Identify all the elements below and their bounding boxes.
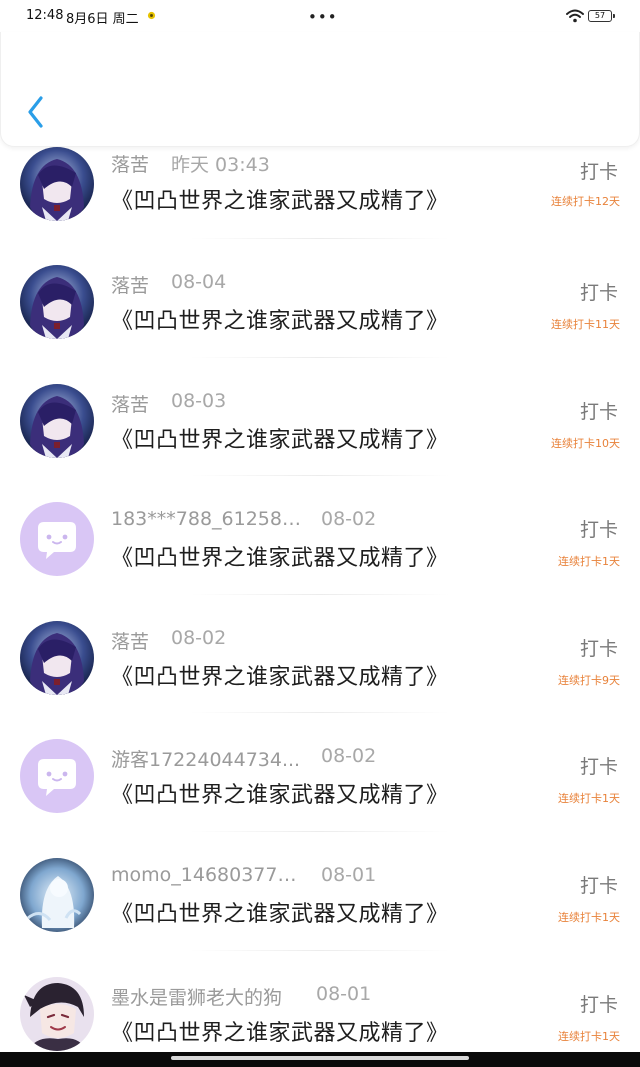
user-name: 游客17224044734...: [111, 749, 301, 772]
status-dots: •••: [308, 8, 338, 26]
book-title: 《凹凸世界之谁家武器又成精了》: [111, 309, 449, 334]
list-item[interactable]: 落苦 08-04 《凹凸世界之谁家武器又成精了》 打卡连续打卡11天: [0, 239, 640, 358]
checkin-label: 打卡: [579, 993, 618, 1016]
navigation-bar: [0, 1052, 640, 1067]
checkin-date: 昨天 03:43: [171, 154, 270, 176]
book-title: 《凹凸世界之谁家武器又成精了》: [111, 1020, 449, 1046]
list-item[interactable]: 落苦 昨天 03:43 《凹凸世界之谁家武器又成精了》 打卡连续打卡12天: [0, 147, 640, 239]
user-name: 墨水是雷狮老大的狗: [111, 986, 283, 1009]
list-item[interactable]: 墨水是雷狮老大的狗 08-01 《凹凸世界之谁家武器又成精了》 打卡连续打卡1天: [0, 951, 640, 1052]
streak-label: 连续打卡11天: [551, 318, 620, 331]
streak-label: 连续打卡12天: [551, 195, 620, 208]
book-title: 《凹凸世界之谁家武器又成精了》: [111, 664, 449, 690]
book-title: 《凹凸世界之谁家武器又成精了》: [111, 189, 449, 214]
checkin-label: 打卡: [579, 637, 618, 660]
header: [0, 32, 640, 147]
list-item[interactable]: 落苦 08-02 《凹凸世界之谁家武器又成精了》 打卡连续打卡9天: [0, 595, 640, 714]
user-name: momo_146803772...: [111, 863, 307, 886]
avatar[interactable]: [20, 502, 94, 577]
list-item[interactable]: momo_146803772... 08-01 《凹凸世界之谁家武器又成精了》 打卡连…: [0, 832, 640, 951]
book-title: 《凹凸世界之谁家武器又成精了》: [111, 427, 449, 453]
wifi-icon: [566, 9, 584, 23]
book-title: 《凹凸世界之谁家武器又成精了》: [111, 783, 449, 809]
book-title: 《凹凸世界之谁家武器又成精了》: [111, 546, 449, 572]
home-indicator[interactable]: [171, 1056, 469, 1060]
user-name: 183***788_612580...: [111, 508, 307, 531]
checkin-list[interactable]: 落苦 昨天 03:43 《凹凸世界之谁家武器又成精了》 打卡 连续打卡12天 落苦 08-…: [0, 147, 640, 1052]
book-title: 《凹凸世界之谁家武器又成精了》: [111, 901, 449, 927]
checkin-label: 打卡: [579, 161, 618, 183]
avatar[interactable]: [20, 383, 94, 458]
chevron-left-icon: [28, 96, 43, 128]
streak-label: 连续打卡10天: [551, 436, 620, 450]
user-name: 落苦: [111, 154, 150, 176]
avatar[interactable]: [20, 147, 94, 221]
streak-label: 连续打卡1天: [558, 910, 620, 924]
checkin-date: 08-02: [321, 745, 377, 768]
avatar[interactable]: [20, 976, 94, 1051]
back-button[interactable]: [21, 92, 51, 132]
user-name: 落苦: [111, 275, 150, 297]
checkin-label: 打卡: [579, 874, 618, 897]
streak-label: 连续打卡1天: [558, 792, 620, 806]
checkin-label: 打卡: [579, 519, 618, 542]
list-item[interactable]: 183***788_612580... 08-02 《凹凸世界之谁家武器又成精了》 打…: [0, 476, 640, 595]
checkin-label: 打卡: [579, 400, 618, 423]
streak-label: 连续打卡1天: [558, 555, 620, 569]
checkin-date: 08-04: [171, 271, 227, 293]
avatar[interactable]: [20, 620, 94, 695]
status-date: 8月6日 周二: [66, 12, 139, 27]
checkin-label: 打卡: [579, 756, 618, 779]
checkin-date: 08-01: [316, 982, 372, 1005]
user-name: 落苦: [111, 630, 150, 653]
list-item[interactable]: 落苦 08-03 《凹凸世界之谁家武器又成精了》 打卡连续打卡10天: [0, 358, 640, 477]
battery-level: 57: [594, 11, 606, 20]
checkin-date: 08-02: [321, 508, 377, 531]
checkin-date: 08-01: [321, 863, 377, 886]
checkin-label: 打卡: [579, 282, 618, 304]
battery-icon: 57: [588, 10, 615, 22]
avatar[interactable]: [20, 265, 94, 339]
status-bar: 12:48 8月6日 周二 ••• 57: [0, 0, 640, 32]
avatar[interactable]: [20, 857, 94, 932]
status-time: 12:48: [26, 8, 64, 23]
checkin-date: 08-02: [171, 626, 227, 649]
list-item[interactable]: 游客17224044734... 08-02 《凹凸世界之谁家武器又成精了》 打卡连续…: [0, 713, 640, 832]
avatar[interactable]: [20, 739, 94, 814]
checkin-date: 08-03: [171, 389, 227, 412]
user-name: 落苦: [111, 393, 150, 416]
streak-label: 连续打卡9天: [558, 673, 620, 687]
notification-icon: [147, 11, 156, 20]
streak-label: 连续打卡1天: [558, 1029, 620, 1043]
